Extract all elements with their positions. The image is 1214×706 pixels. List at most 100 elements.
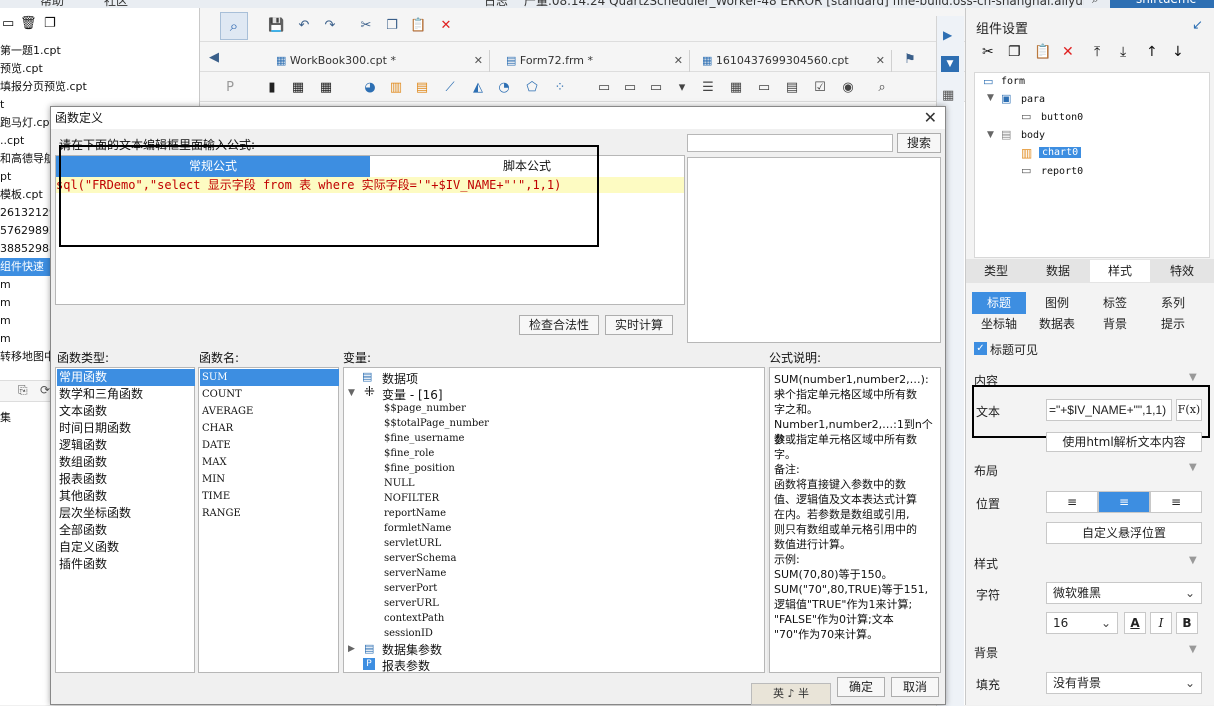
function-type-list[interactable]: 常用函数 数学和三角函数 文本函数 时间日期函数 逻辑函数 数组函数 报表函数 其他函数 层次坐… xyxy=(55,367,195,673)
variable-item[interactable]: $$totalPage_number xyxy=(384,416,489,431)
variable-item[interactable]: servletURL xyxy=(384,536,441,551)
pin-icon[interactable]: ⚑ xyxy=(902,52,918,68)
tab-data[interactable]: 数据 xyxy=(1028,260,1088,282)
function-name-item[interactable]: RANGE xyxy=(200,505,339,522)
function-type-item[interactable]: 自定义函数 xyxy=(57,539,195,556)
function-type-item[interactable]: 全部函数 xyxy=(57,522,195,539)
var-dataset-params[interactable]: 数据集参数 xyxy=(382,641,442,658)
align-left-button[interactable]: ≡ xyxy=(1046,491,1098,513)
bar-chart-icon[interactable]: ▥ xyxy=(388,80,404,96)
variable-item[interactable]: serverSchema xyxy=(384,551,456,566)
subtab-axis[interactable]: 坐标轴 xyxy=(972,313,1026,335)
tree-node-form[interactable]: form xyxy=(1001,76,1025,87)
align-center-button[interactable]: ≡ xyxy=(1098,491,1150,513)
cut-icon[interactable]: ✂ xyxy=(358,18,374,34)
function-name-list[interactable]: SUM COUNT AVERAGE CHAR DATE MAX MIN TIME RANGE xyxy=(198,367,339,673)
column-chart-icon[interactable]: ▤ xyxy=(414,80,430,96)
gauge-icon[interactable]: ◔ xyxy=(496,80,512,96)
align-right-button[interactable]: ≡ xyxy=(1150,491,1202,513)
italic-button[interactable]: I xyxy=(1150,612,1172,634)
subtab-title[interactable]: 标题 xyxy=(972,292,1026,314)
file-tree-item[interactable]: 和高德导航 xyxy=(0,150,55,168)
move-up-icon[interactable]: ↑ xyxy=(1146,44,1158,60)
function-type-item[interactable]: 逻辑函数 xyxy=(57,437,195,454)
function-search-input[interactable] xyxy=(687,134,893,152)
ok-button[interactable]: 确定 xyxy=(837,677,885,697)
user-name[interactable]: shirtuemc xyxy=(1110,0,1214,8)
subtab-label[interactable]: 标签 xyxy=(1088,292,1142,314)
number-icon[interactable]: ▭ xyxy=(756,80,772,96)
log-label[interactable]: 日志 xyxy=(484,0,508,8)
layout-icon[interactable]: ▮ xyxy=(264,80,280,96)
file-tree-item[interactable]: m xyxy=(0,276,11,294)
variable-item[interactable]: reportName xyxy=(384,506,446,521)
subtab-series[interactable]: 系列 xyxy=(1146,292,1200,314)
menu-community[interactable]: 社区 xyxy=(104,0,128,8)
function-name-item[interactable]: MIN xyxy=(200,471,339,488)
scatter-icon[interactable]: ⁘ xyxy=(552,80,568,96)
variable-item[interactable]: contextPath xyxy=(384,611,444,626)
function-type-item[interactable]: 数组函数 xyxy=(57,454,195,471)
copy-icon[interactable]: ❐ xyxy=(384,18,400,34)
style-section-header[interactable]: 样式 ▼ xyxy=(974,555,1210,572)
move-bottom-icon[interactable]: ⤓ xyxy=(1120,44,1126,60)
search-button[interactable]: 搜索 xyxy=(897,133,941,153)
cancel-button[interactable]: 取消 xyxy=(891,677,939,697)
subtab-datasheet[interactable]: 数据表 xyxy=(1030,313,1084,335)
function-type-item[interactable]: 报表函数 xyxy=(57,471,195,488)
listbox-icon[interactable]: ☰ xyxy=(700,80,716,96)
tree-node-button0[interactable]: button0 xyxy=(1041,112,1083,123)
font-family-select[interactable]: 微软雅黑 ⌄ xyxy=(1046,582,1202,604)
file-tree-item[interactable]: 预览.cpt xyxy=(0,60,43,78)
tree-node-para[interactable]: para xyxy=(1021,94,1045,105)
function-name-item[interactable]: CHAR xyxy=(200,420,339,437)
title-visible-checkbox[interactable]: ✓ xyxy=(974,342,987,355)
preview-icon[interactable]: ⎘ xyxy=(18,383,28,398)
function-name-item[interactable]: COUNT xyxy=(200,386,339,403)
expand-icon[interactable]: ▼ xyxy=(987,130,994,140)
search-icon[interactable]: ⌕ xyxy=(1092,0,1099,7)
function-type-item[interactable]: 文本函数 xyxy=(57,403,195,420)
move-down-icon[interactable]: ↓ xyxy=(1172,44,1184,60)
function-type-item[interactable]: 层次坐标函数 xyxy=(57,505,195,522)
date-icon[interactable]: ▦ xyxy=(728,80,744,96)
variable-item[interactable]: $fine_role xyxy=(384,446,434,461)
expand-icon[interactable]: ▼ xyxy=(987,93,994,103)
close-icon[interactable]: ✕ xyxy=(474,50,483,72)
variable-item[interactable]: NULL xyxy=(384,476,414,491)
tree-node-body[interactable]: body xyxy=(1021,130,1045,141)
dropdown-arrow-icon[interactable]: ▼ xyxy=(941,56,959,72)
variable-item[interactable]: serverURL xyxy=(384,596,439,611)
function-name-item[interactable]: SUM xyxy=(200,369,339,386)
realtime-calc-button[interactable]: 实时计算 xyxy=(605,315,673,335)
undo-icon[interactable]: ↶ xyxy=(296,18,312,34)
file-tree-item[interactable]: m xyxy=(0,294,11,312)
tab-workbook300[interactable]: ▦ WorkBook300.cpt * ✕ xyxy=(270,50,490,72)
table-icon[interactable]: ▦ xyxy=(318,80,334,96)
function-type-item[interactable]: 插件函数 xyxy=(57,556,195,573)
tab-effects[interactable]: 特效 xyxy=(1152,260,1212,282)
variable-item[interactable]: sessionID xyxy=(384,626,433,641)
button-icon[interactable]: ▭ xyxy=(648,80,664,96)
refresh-icon[interactable]: ⟳ xyxy=(40,383,50,397)
custom-float-position-button[interactable]: 自定义悬浮位置 xyxy=(1046,522,1202,544)
expand-icon[interactable]: ▶ xyxy=(348,644,355,654)
font-size-select[interactable]: 16 ⌄ xyxy=(1046,612,1118,634)
function-type-item[interactable]: 常用函数 xyxy=(57,369,195,386)
file-tree-item[interactable]: m xyxy=(0,312,11,330)
file-tree-item[interactable]: t xyxy=(0,96,4,114)
parameter-icon[interactable]: P xyxy=(222,80,238,96)
file-tree-item[interactable]: 组件快速 xyxy=(0,258,50,276)
file-tree-item[interactable]: 跑马灯.cpt xyxy=(0,114,54,132)
search-results-list[interactable] xyxy=(687,157,941,343)
variable-item[interactable]: $fine_username xyxy=(384,431,464,446)
tab-1610437699304560[interactable]: ▦ 1610437699304560.cpt ✕ xyxy=(696,50,892,72)
dropdown-icon[interactable]: ▾ xyxy=(674,80,690,96)
copy-icon[interactable]: ❐ xyxy=(44,16,56,31)
file-tree-item[interactable]: 第一题1.cpt xyxy=(0,42,61,60)
tab-type[interactable]: 类型 xyxy=(966,260,1026,282)
line-chart-icon[interactable]: ⟋ xyxy=(442,80,458,96)
move-top-icon[interactable]: ⤒ xyxy=(1094,44,1100,60)
expand-icon[interactable]: ▼ xyxy=(348,388,355,398)
copy-icon[interactable]: ❐ xyxy=(1008,44,1021,60)
